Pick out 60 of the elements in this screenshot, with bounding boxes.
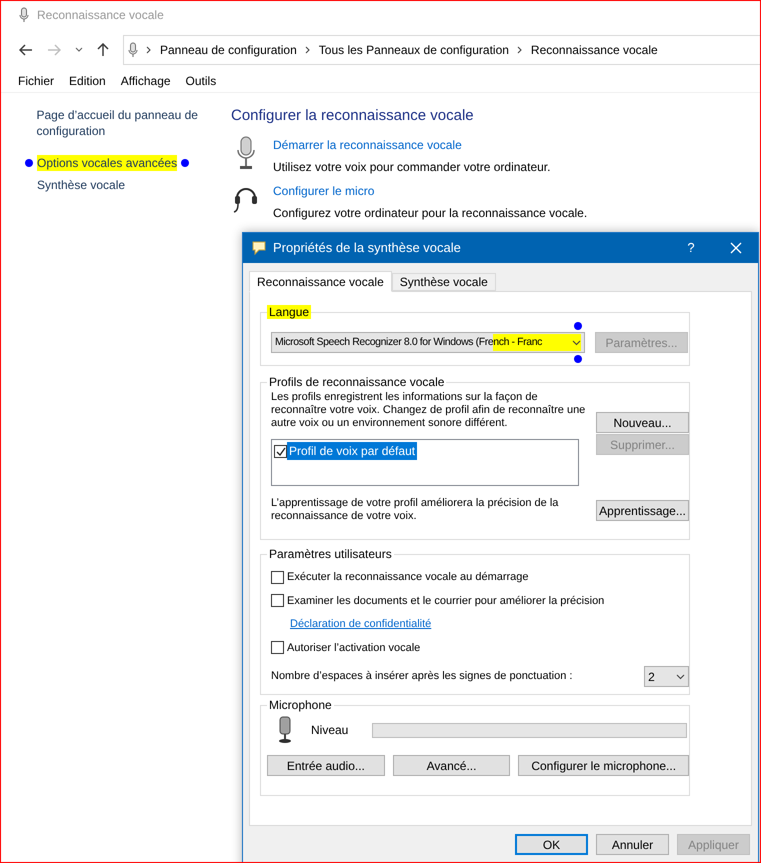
tab[interactable]: Synthèse vocale	[392, 273, 496, 291]
chevron-icon	[304, 46, 311, 54]
help-button[interactable]: ?	[668, 238, 714, 258]
dialog-title: Propriétés de la synthèse vocale	[273, 239, 462, 258]
training-text: L’apprentissage de votre profil améliorera la précision de la reconnaissance de votre voix.	[271, 497, 560, 523]
page-heading: Configurer la reconnaissance vocale	[231, 106, 475, 126]
address-bar[interactable]: Panneau de configuration Tous les Panneaux de configuration Reconnaissance vocale	[123, 35, 760, 65]
spacing-dropdown[interactable]: 2	[644, 666, 689, 687]
checkbox-label: Autoriser l’activation vocale	[287, 640, 420, 656]
up-icon[interactable]	[97, 43, 109, 57]
checkbox-label: Examiner les documents et le courrier pour améliorer la précision	[287, 594, 604, 608]
tab[interactable]: Reconnaissance vocale	[249, 271, 392, 292]
checkbox-label: Exécuter la reconnaissance vocale au démarrage	[287, 570, 529, 585]
menu-item[interactable]: Edition	[69, 72, 106, 90]
chevron-down-icon	[572, 340, 581, 346]
sidebar-link[interactable]: Options vocales avancées	[37, 155, 178, 171]
dialog-button[interactable]: OK	[515, 834, 588, 855]
menu-item[interactable]: Affichage	[120, 72, 171, 90]
microphone-icon	[19, 7, 29, 23]
spacing-label: Nombre d’espaces à insérer après les signes de ponctuation :	[271, 669, 574, 684]
group-title: Paramètres utilisateurs	[267, 547, 394, 561]
checkbox[interactable]	[271, 570, 284, 584]
microphone-icon	[277, 716, 293, 744]
chevron-icon	[516, 46, 523, 54]
microphone-icon	[128, 42, 138, 58]
chevron-down-icon	[676, 674, 685, 680]
dialog-button[interactable]: Annuler	[596, 834, 669, 855]
dialog-button[interactable]: Configurer le microphone...	[518, 755, 689, 776]
level-label: Niveau	[311, 722, 350, 739]
checkbox[interactable]	[271, 641, 284, 654]
privacy-link[interactable]: Déclaration de confidentialité	[290, 616, 432, 632]
checkbox[interactable]	[274, 444, 287, 458]
profile-item[interactable]: Profil de voix par défaut	[287, 442, 418, 460]
dropdown-icon[interactable]	[75, 47, 83, 53]
dialog-button[interactable]: Apprentissage...	[596, 500, 689, 521]
task-description: Configurez votre ordinateur pour la reconnaissance vocale.	[273, 204, 588, 222]
speech-bubble-icon	[251, 240, 267, 256]
breadcrumb[interactable]: Tous les Panneaux de configuration	[318, 41, 509, 59]
close-icon[interactable]	[730, 242, 742, 254]
group-title: Langue	[267, 305, 312, 319]
breadcrumb[interactable]: Panneau de configuration	[160, 41, 297, 59]
chevron-icon	[146, 46, 152, 54]
sidebar-link[interactable]: Page d’accueil du panneau de configuration	[36, 107, 201, 139]
dialog-button[interactable]: Nouveau...	[596, 412, 689, 433]
dialog-button[interactable]: Entrée audio...	[267, 755, 385, 776]
sidebar-link[interactable]: Synthèse vocale	[37, 177, 126, 193]
dialog-button[interactable]: Avancé...	[392, 755, 510, 776]
task-link[interactable]: Démarrer la reconnaissance vocale	[273, 136, 550, 154]
microphone-icon	[235, 136, 257, 172]
window-title: Reconnaissance vocale	[37, 7, 164, 24]
task-description: Utilisez votre voix pour commander votre ordinateur.	[273, 158, 550, 176]
task-link[interactable]: Configurer le micro	[273, 182, 588, 200]
group-title: Profils de reconnaissance vocale	[267, 375, 446, 389]
menu-item[interactable]: Fichier	[18, 72, 54, 90]
back-icon[interactable]	[19, 44, 33, 56]
profiles-description: Les profils enregistrent les informations sur la façon de reconnaître votre voix. Changez de profil afin de reconnaître une autre voix ou un environnement sonore différent.	[271, 391, 586, 431]
breadcrumb[interactable]: Reconnaissance vocale	[530, 41, 658, 59]
checkbox[interactable]	[271, 594, 284, 608]
menu-item[interactable]: Outils	[186, 72, 216, 90]
group-title: Microphone	[267, 698, 334, 712]
